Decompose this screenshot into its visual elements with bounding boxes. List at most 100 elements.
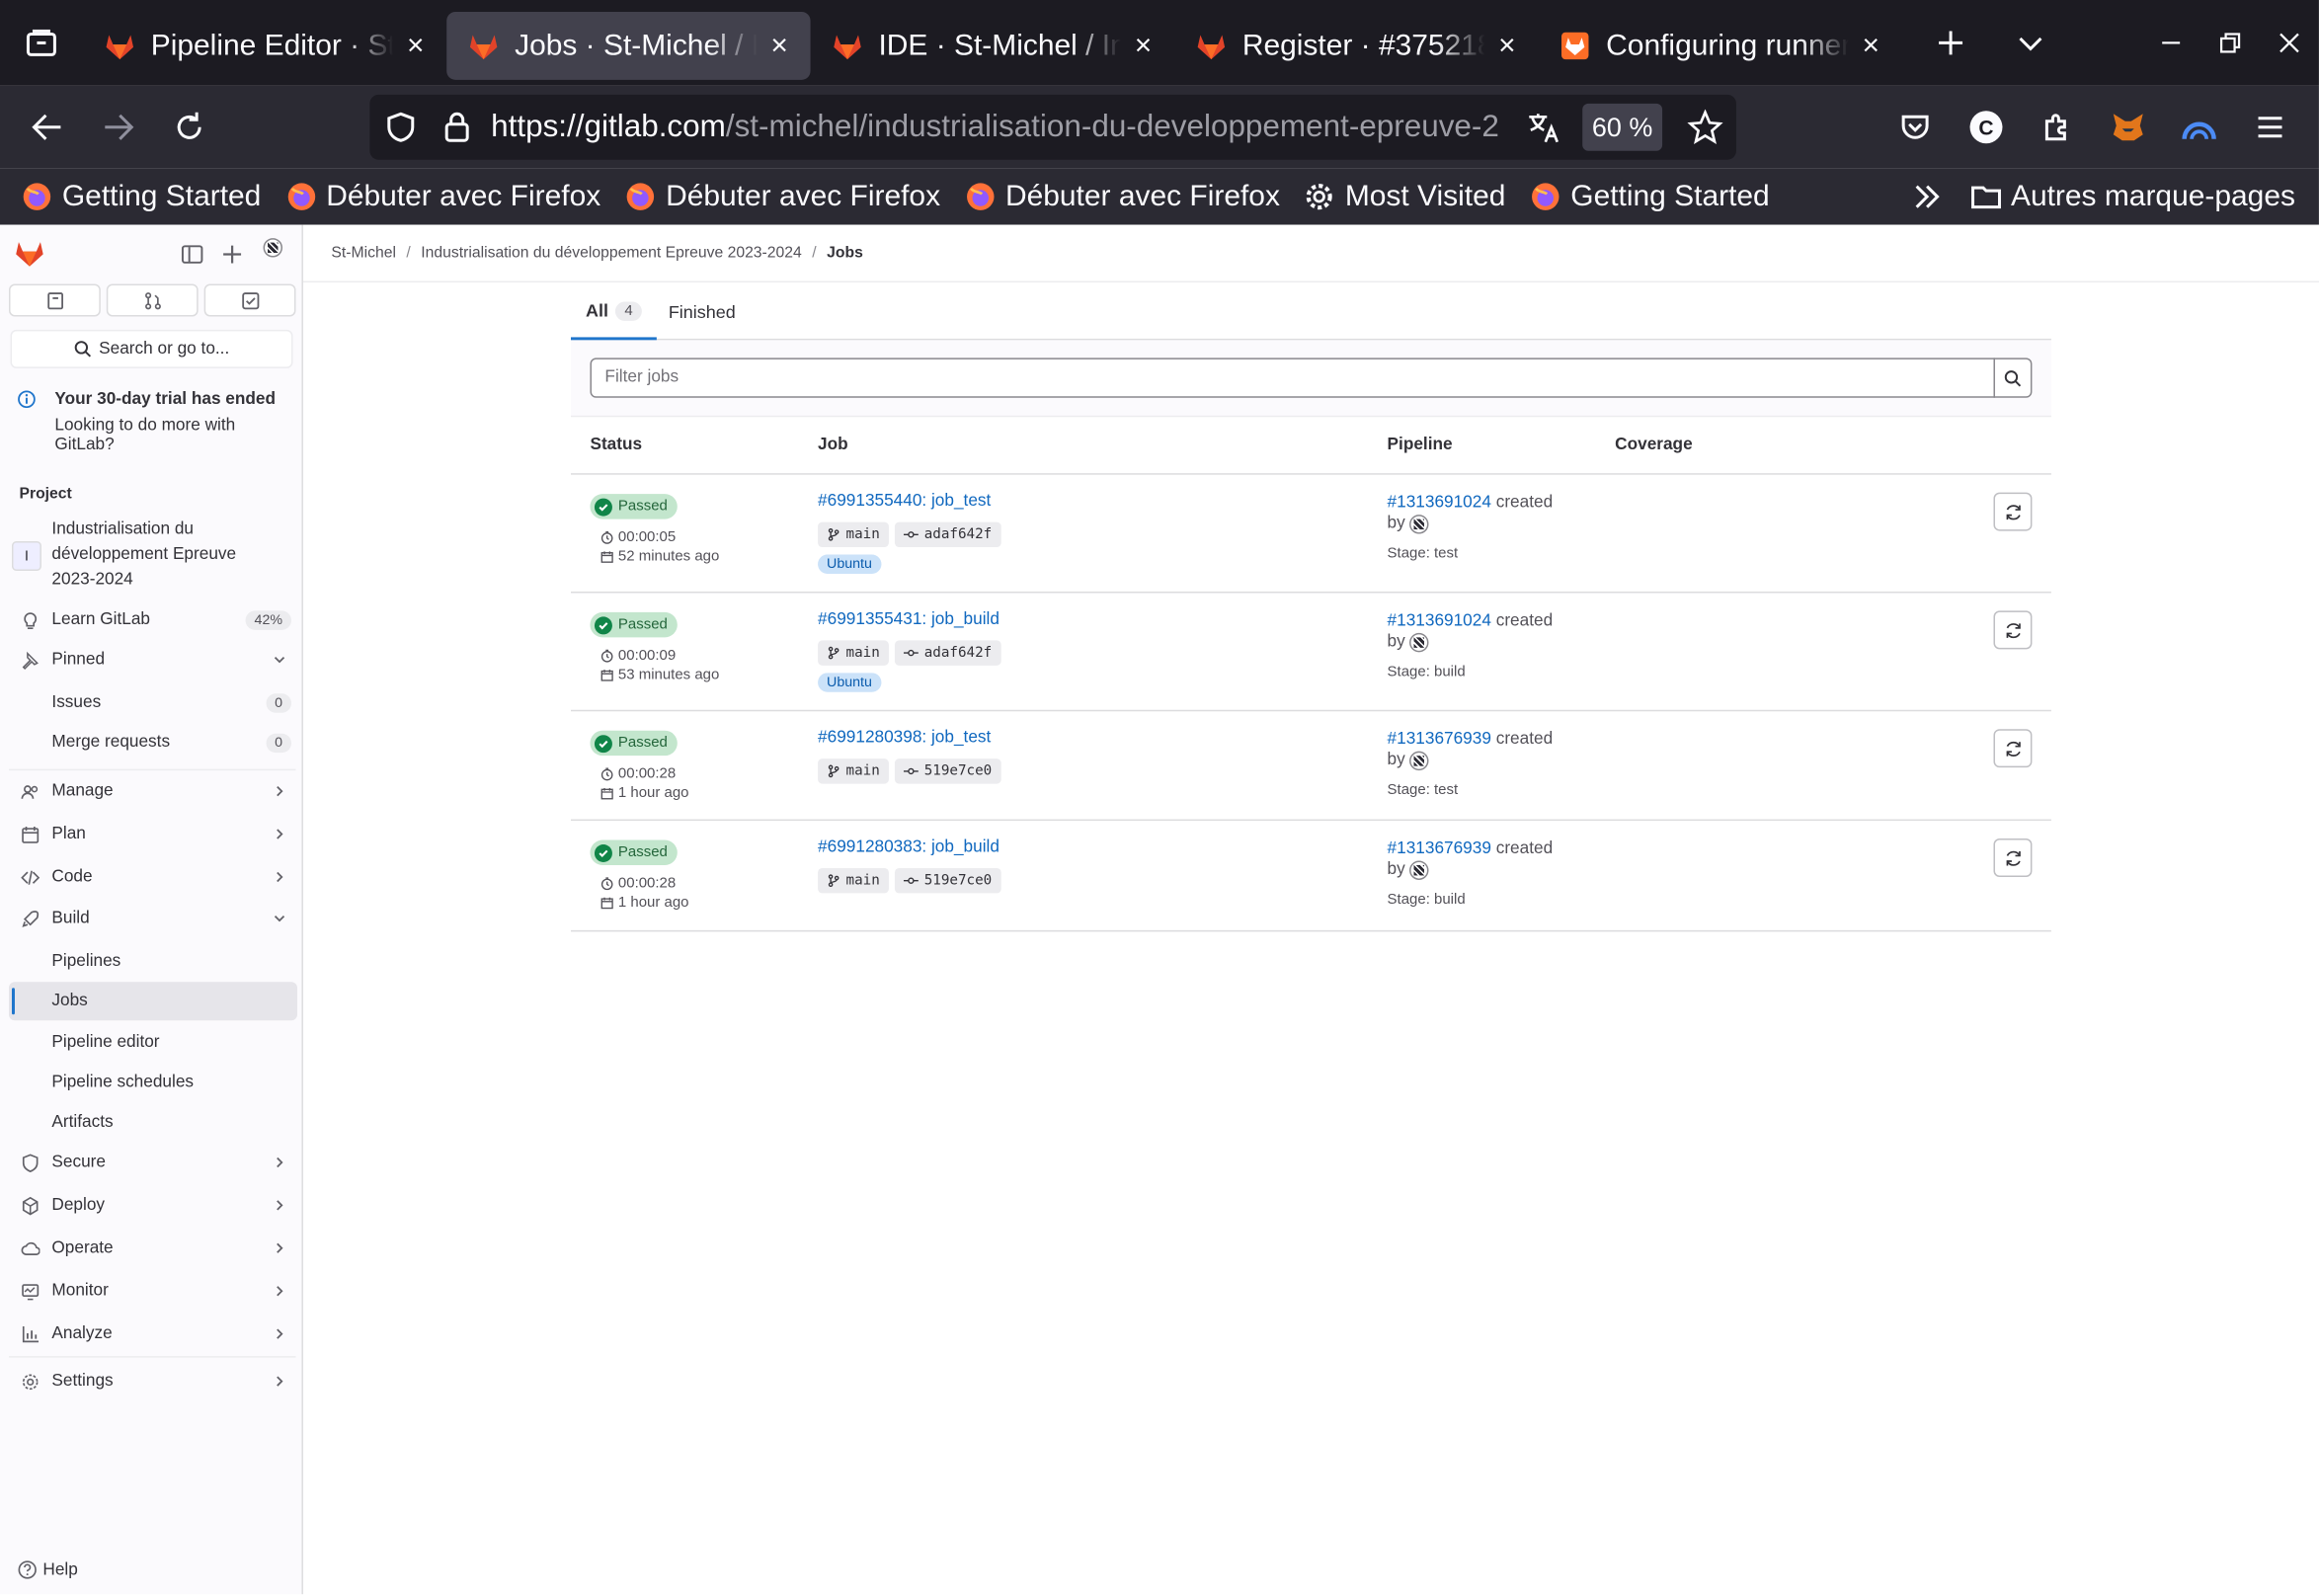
sidebar-item-issues[interactable]: Issues 0 xyxy=(9,683,297,722)
tab-finished[interactable]: Finished xyxy=(669,284,736,341)
vpn-button[interactable] xyxy=(2173,101,2226,154)
zoom-level-button[interactable]: 60 % xyxy=(1582,103,1663,151)
list-all-tabs-button[interactable] xyxy=(1991,9,2071,77)
close-tab-icon[interactable]: × xyxy=(1493,31,1520,60)
sidebar-item-learn-gitlab[interactable]: Learn GitLab 42% xyxy=(9,600,297,639)
bookmark-item[interactable]: Most Visited xyxy=(1304,180,1505,213)
status-badge[interactable]: Passed xyxy=(590,839,679,865)
branch-ref-chip[interactable]: main xyxy=(818,521,889,548)
branch-ref-chip[interactable]: main xyxy=(818,640,889,666)
back-button[interactable] xyxy=(21,101,74,154)
pipeline-link[interactable]: #1313676939 xyxy=(1388,731,1491,749)
close-tab-icon[interactable]: × xyxy=(1858,31,1884,60)
pipeline-link[interactable]: #1313676939 xyxy=(1388,840,1491,858)
filter-search-button[interactable] xyxy=(1993,358,2033,398)
job-link[interactable]: #6991280398: job_test xyxy=(818,729,991,747)
sidebar-item-pinned[interactable]: Pinned xyxy=(9,640,297,678)
search-button[interactable]: Search or go to... xyxy=(10,329,293,368)
filter-jobs-input[interactable]: Filter jobs xyxy=(590,358,1995,398)
help-button[interactable]: Help xyxy=(18,1560,78,1579)
create-new-icon[interactable] xyxy=(220,243,244,267)
sidebar-item-pipeline-editor[interactable]: Pipeline editor xyxy=(9,1023,297,1062)
sidebar-item-artifacts[interactable]: Artifacts xyxy=(9,1103,297,1142)
sidebar-item-analyze[interactable]: Analyze xyxy=(9,1315,297,1353)
close-tab-icon[interactable]: × xyxy=(402,31,429,60)
app-menu-button[interactable] xyxy=(2244,101,2297,154)
metamask-button[interactable] xyxy=(2102,101,2155,154)
status-badge[interactable]: Passed xyxy=(590,611,679,638)
new-tab-button[interactable] xyxy=(1911,9,1991,77)
address-bar[interactable]: https://gitlab.com/st-michel/industriali… xyxy=(369,94,1736,160)
pipeline-author-avatar[interactable] xyxy=(1409,750,1429,770)
project-link[interactable]: I Industrialisation du développement Epr… xyxy=(11,518,293,593)
branch-ref-chip[interactable]: main xyxy=(818,867,889,894)
sidebar-item-operate[interactable]: Operate xyxy=(9,1229,297,1267)
status-badge[interactable]: Passed xyxy=(590,494,679,519)
sidebar-item-deploy[interactable]: Deploy xyxy=(9,1186,297,1225)
status-badge[interactable]: Passed xyxy=(590,730,679,757)
sidebar-item-merge-requests[interactable]: Merge requests 0 xyxy=(9,723,297,761)
commit-sha-chip[interactable]: adaf642f xyxy=(894,521,1001,548)
bookmark-item[interactable]: Débuter avec Firefox xyxy=(964,180,1280,213)
restore-button[interactable] xyxy=(2200,0,2260,86)
forward-button[interactable] xyxy=(92,101,145,154)
sidebar-item-monitor[interactable]: Monitor xyxy=(9,1272,297,1311)
sidebar-item-secure[interactable]: Secure xyxy=(9,1143,297,1181)
firefox-view-button[interactable] xyxy=(0,0,83,86)
sidebar-item-build[interactable]: Build xyxy=(9,899,297,937)
retry-job-button[interactable] xyxy=(1993,838,2033,877)
browser-tab[interactable]: Register · #3752180 × xyxy=(1174,12,1538,80)
sidebar-item-jobs[interactable]: Jobs xyxy=(8,982,297,1021)
bookmark-item[interactable]: Débuter avec Firefox xyxy=(284,180,600,213)
job-link[interactable]: #6991355440: job_test xyxy=(818,493,991,511)
bookmark-item[interactable]: Débuter avec Firefox xyxy=(624,180,940,213)
commit-sha-chip[interactable]: 519e7ce0 xyxy=(894,758,1001,784)
close-window-button[interactable] xyxy=(2260,0,2319,86)
sidebar-item-plan[interactable]: Plan xyxy=(9,815,297,853)
pipeline-link[interactable]: #1313691024 xyxy=(1388,494,1491,512)
account-button[interactable]: C xyxy=(1959,101,2013,154)
collapse-sidebar-icon[interactable] xyxy=(181,243,204,267)
job-link[interactable]: #6991280383: job_build xyxy=(818,838,1000,856)
url-text[interactable]: https://gitlab.com/st-michel/industriali… xyxy=(491,110,1514,145)
retry-job-button[interactable] xyxy=(1993,729,2033,768)
bookmark-item[interactable]: Getting Started xyxy=(1529,180,1770,213)
browser-tab[interactable]: Pipeline Editor · St-Mi × xyxy=(83,12,446,80)
retry-job-button[interactable] xyxy=(1993,610,2033,650)
tab-all[interactable]: All 4 xyxy=(570,284,657,341)
minimize-button[interactable] xyxy=(2141,0,2200,86)
pipeline-author-avatar[interactable] xyxy=(1409,514,1429,533)
sidebar-item-manage[interactable]: Manage xyxy=(9,772,297,811)
browser-tab[interactable]: Jobs · St-Michel / Indus × xyxy=(446,11,811,80)
trial-ended-alert[interactable]: Your 30-day trial has ended Looking to d… xyxy=(18,389,293,455)
assigned-issues-button[interactable] xyxy=(8,283,101,317)
browser-tab[interactable]: IDE · St-Michel / Industri × xyxy=(811,12,1174,80)
breadcrumb-project[interactable]: Industrialisation du développement Epreu… xyxy=(421,244,801,262)
pipeline-author-avatar[interactable] xyxy=(1409,632,1429,652)
commit-sha-chip[interactable]: adaf642f xyxy=(894,640,1001,666)
breadcrumb-group[interactable]: St-Michel xyxy=(331,244,396,262)
browser-tab[interactable]: Configuring runners × xyxy=(1538,12,1901,80)
merge-requests-button[interactable] xyxy=(106,283,199,317)
retry-job-button[interactable] xyxy=(1993,492,2033,531)
user-avatar[interactable] xyxy=(263,238,283,258)
pipeline-link[interactable]: #1313691024 xyxy=(1388,612,1491,630)
pipeline-author-avatar[interactable] xyxy=(1409,859,1429,880)
close-tab-icon[interactable]: × xyxy=(1130,31,1157,60)
sidebar-item-settings[interactable]: Settings xyxy=(9,1362,297,1400)
sidebar-item-pipeline-schedules[interactable]: Pipeline schedules xyxy=(9,1064,297,1102)
breadcrumb-current[interactable]: Jobs xyxy=(827,244,863,262)
todo-list-button[interactable] xyxy=(203,283,296,317)
chevrons-right-icon[interactable] xyxy=(1910,181,1943,213)
close-tab-icon[interactable]: × xyxy=(766,31,793,60)
bookmark-item[interactable]: Getting Started xyxy=(21,180,261,213)
branch-ref-chip[interactable]: main xyxy=(818,758,889,784)
extensions-button[interactable] xyxy=(2031,101,2084,154)
gitlab-logo-icon[interactable] xyxy=(13,237,45,270)
commit-sha-chip[interactable]: 519e7ce0 xyxy=(894,867,1001,894)
reload-button[interactable] xyxy=(163,101,216,154)
sidebar-item-code[interactable]: Code xyxy=(9,857,297,896)
sidebar-item-pipelines[interactable]: Pipelines xyxy=(9,942,297,981)
pocket-button[interactable] xyxy=(1888,101,1942,154)
other-bookmarks-folder[interactable]: Autres marque-pages xyxy=(2011,180,2295,213)
